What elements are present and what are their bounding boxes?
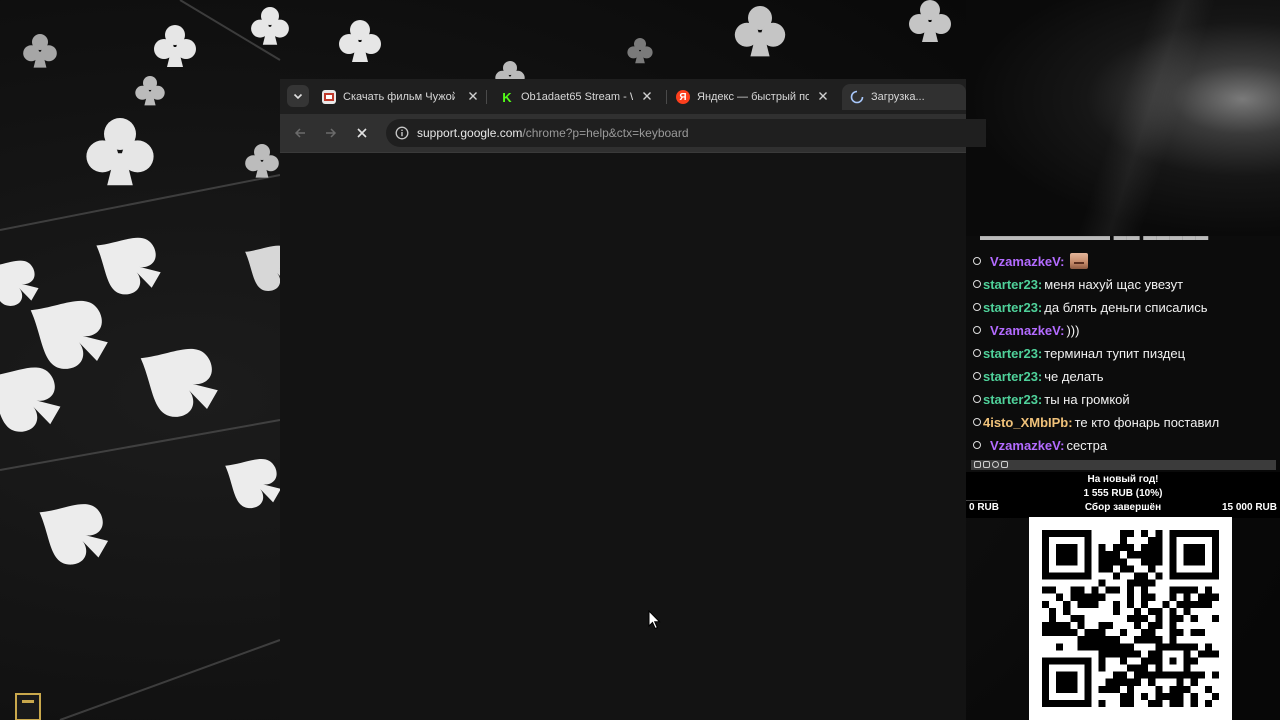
chat-bullet-icon — [973, 441, 981, 449]
streamer-logo-icon — [15, 693, 41, 720]
torrent-favicon — [322, 90, 336, 104]
chat-bullet-icon — [973, 326, 981, 334]
tab-title: Скачать фильм Чужой: Ромул — [343, 91, 455, 103]
tab-loading[interactable]: Загрузка... — [842, 84, 966, 110]
goal-title: На новый год! — [1087, 474, 1159, 485]
chat-message-text: меня нахуй щас увезут — [1044, 276, 1184, 292]
chat-bullet-icon — [973, 395, 981, 403]
chat-username[interactable]: VzamazkeV: — [990, 323, 1064, 338]
stream-chat: ▬▬▬▬▬▬▬▬▬▬ ▬▬ ▬▬▬▬▬ VzamazkeV: starter23:… — [966, 236, 1280, 460]
chat-bullet-icon — [973, 349, 981, 357]
chat-message-text: терминал тупит пиздец — [1044, 345, 1186, 361]
chevron-down-icon — [293, 93, 303, 100]
chat-username[interactable]: starter23: — [983, 277, 1042, 292]
forward-button[interactable] — [322, 124, 340, 142]
chat-username[interactable]: starter23: — [983, 392, 1042, 407]
chat-username[interactable]: VzamazkeV: — [990, 254, 1064, 269]
close-icon[interactable] — [466, 89, 480, 103]
chat-bullet-icon — [973, 257, 981, 265]
close-icon — [357, 128, 367, 138]
chat-bullet-icon — [973, 280, 981, 288]
url-text[interactable]: support.google.com/chrome?p=help&ctx=key… — [417, 126, 689, 140]
chat-message-text: че делать — [1044, 368, 1104, 384]
qr-code-icon — [1042, 530, 1219, 707]
chat-bullet-icon — [973, 303, 981, 311]
mouse-cursor-icon — [648, 610, 661, 630]
tab-yandex[interactable]: Я Яндекс — быстрый поиск — [676, 84, 830, 110]
url-path: /chrome?p=help&ctx=keyboard — [522, 126, 689, 140]
tab-title: Загрузка... — [871, 91, 925, 103]
page-content[interactable] — [280, 153, 966, 720]
close-icon[interactable] — [816, 89, 830, 103]
chat-username[interactable]: starter23: — [983, 369, 1042, 384]
yandex-favicon: Я — [676, 90, 690, 104]
chat-bullet-icon — [973, 372, 981, 380]
chat-message: VzamazkeV:))) — [973, 320, 1079, 340]
goal-progress-text: 1 555 RUB (10%) — [1083, 488, 1163, 499]
chat-message: VzamazkeV: — [973, 251, 1089, 271]
goal-progress-bar — [966, 500, 998, 501]
tab-kick-stream[interactable]: K Ob1adaet65 Stream - Watch — [500, 84, 654, 110]
chat-bullet-icon — [973, 418, 981, 426]
chat-message: starter23: меня нахуй щас увезут — [973, 274, 1183, 294]
address-bar[interactable]: support.google.com/chrome?p=help&ctx=key… — [386, 119, 986, 147]
tab-search-button[interactable] — [287, 85, 309, 107]
browser-window: Скачать фильм Чужой: Ромул K Ob1adaet65 … — [280, 79, 986, 720]
chat-message-text: сестра — [1066, 437, 1108, 453]
chat-username[interactable]: starter23: — [983, 346, 1042, 361]
chat-badge-icon — [1001, 461, 1008, 468]
chat-message-text: да блять деньги списались — [1044, 299, 1208, 315]
tab-torrent[interactable]: Скачать фильм Чужой: Ромул — [322, 84, 480, 110]
chat-message-text: ))) — [1066, 322, 1080, 338]
webcam-feed — [966, 0, 1280, 236]
chat-message: VzamazkeV: сестра — [973, 435, 1107, 455]
chat-message-text: те кто фонарь поставил — [1074, 414, 1220, 430]
tab-strip: Скачать фильм Чужой: Ромул K Ob1adaet65 … — [280, 79, 966, 114]
chat-icon-bar — [971, 460, 1276, 470]
browser-toolbar: support.google.com/chrome?p=help&ctx=key… — [280, 114, 986, 153]
chat-username[interactable]: starter23: — [983, 300, 1042, 315]
chat-partial-message: ▬▬▬▬▬▬▬▬▬▬ ▬▬ ▬▬▬▬▬ — [980, 236, 1208, 243]
chat-message: starter23: че делать — [973, 366, 1104, 386]
chat-username[interactable]: VzamazkeV: — [990, 438, 1064, 453]
chat-message-text: ты на громкой — [1044, 391, 1130, 407]
tab-title: Ob1adaet65 Stream - Watch — [521, 91, 633, 103]
chat-badge-icon — [992, 461, 999, 468]
goal-max-label: 15 000 RUB — [1221, 502, 1277, 513]
stop-loading-button[interactable] — [353, 124, 371, 142]
arrow-right-icon — [326, 128, 337, 138]
kick-favicon: K — [502, 89, 512, 105]
chat-badge-icon — [983, 461, 990, 468]
close-icon[interactable] — [640, 89, 654, 103]
back-button[interactable] — [291, 124, 309, 142]
arrow-left-icon — [294, 128, 305, 138]
chat-emote-icon — [1070, 253, 1089, 269]
chat-message: 4isto_XMbIPb: те кто фонарь поставил — [973, 412, 1219, 432]
loading-spinner-icon — [850, 90, 864, 104]
chat-message: starter23: ты на громкой — [973, 389, 1130, 409]
donation-qr-code — [1029, 517, 1232, 720]
chat-badge-icon — [974, 461, 981, 468]
url-host: support.google.com — [417, 126, 523, 140]
chat-username[interactable]: 4isto_XMbIPb: — [983, 415, 1073, 430]
donation-goal: На новый год! 1 555 RUB (10%) 0 RUB Сбор… — [966, 472, 1280, 518]
tab-title: Яндекс — быстрый поиск — [697, 91, 809, 103]
chat-message: starter23: терминал тупит пиздец — [973, 343, 1185, 363]
info-icon[interactable] — [395, 126, 409, 140]
chat-message: starter23: да блять деньги списались — [973, 297, 1208, 317]
